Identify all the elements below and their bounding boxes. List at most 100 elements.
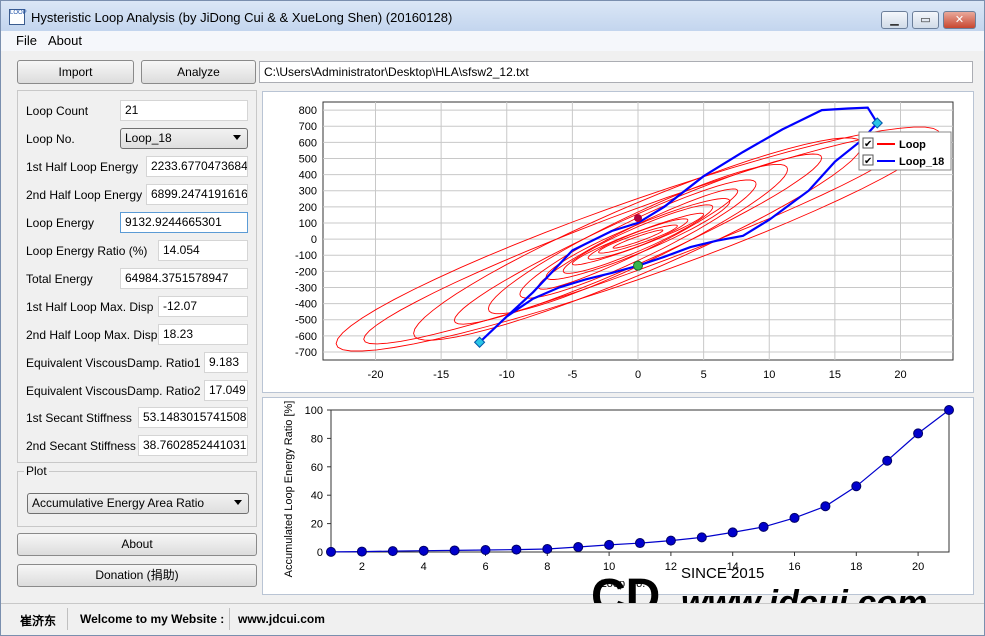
loop-energy-label: Loop Energy <box>26 216 95 230</box>
ratio-data-point <box>511 544 522 555</box>
loop-no-select[interactable]: Loop_18 <box>120 128 248 149</box>
app-window: LOOP Hysteristic Loop Analysis (by JiDon… <box>0 0 985 636</box>
secant-stiffness2-label: 2nd Secant Stiffness <box>26 439 136 453</box>
ratio-data-point <box>635 538 645 549</box>
zero-cross-marker <box>634 214 642 223</box>
y-tick-label: 40 <box>311 490 323 502</box>
ratio-data-point <box>573 542 584 553</box>
legend-label: Loop_18 <box>899 156 944 168</box>
ratio-data-point <box>789 512 800 523</box>
damp-ratio2-label: Equivalent ViscousDamp. Ratio2 (%) <box>26 384 223 398</box>
legend-label: Loop <box>899 139 926 151</box>
ratio-data-point <box>727 527 738 538</box>
plot-type-select[interactable]: Accumulative Energy Area Ratio <box>27 493 249 514</box>
damp-ratio1-value[interactable]: 9.183 <box>204 352 248 373</box>
check-icon: ✔ <box>864 139 872 150</box>
x-tick-label: 20 <box>894 369 906 381</box>
chevron-down-icon <box>233 135 241 140</box>
ratio-data-point <box>356 546 367 557</box>
ratio-data-point <box>758 521 769 532</box>
status-separator <box>67 608 68 630</box>
y-tick-label: 100 <box>299 218 317 230</box>
ratio-data-point <box>449 545 460 556</box>
maximize-button[interactable]: ▭ <box>912 11 939 29</box>
x-tick-label: 8 <box>544 561 550 573</box>
y-tick-label: 400 <box>299 170 317 182</box>
secant-stiffness1-value[interactable]: 53.1483015741508 <box>138 407 248 428</box>
chevron-down-icon <box>234 500 242 505</box>
x-tick-label: 10 <box>763 369 775 381</box>
loop-energy-value[interactable]: 9132.9244665301 <box>120 212 248 233</box>
plot-area <box>330 409 950 553</box>
hysteresis-chart-panel: -20 -15 -10 -5 0 5 10 15 20 800 700 600 500 400 300 200… <box>262 91 974 393</box>
y-tick-label: 600 <box>299 137 317 149</box>
close-button[interactable]: ✕ <box>943 11 976 29</box>
total-energy-value[interactable]: 64984.3751578947 <box>120 268 248 289</box>
secant-stiffness2-value[interactable]: 38.7602852441031 <box>138 435 248 456</box>
loop-count-value[interactable]: 21 <box>120 100 248 121</box>
y-tick-label: 0 <box>317 547 323 559</box>
x-tick-label: 5 <box>701 369 707 381</box>
x-tick-label: 4 <box>421 561 427 573</box>
y-axis-label: Accumulated Loop Energy Ratio [%] <box>283 401 295 578</box>
ratio-data-point <box>665 535 676 546</box>
minimize-button[interactable]: ▁ <box>881 11 908 29</box>
loop-energy-ratio-label: Loop Energy Ratio (%) <box>26 244 148 258</box>
analyze-button[interactable]: Analyze <box>141 60 256 84</box>
file-path-field[interactable]: C:\Users\Administrator\Desktop\HLA\sfsw2… <box>259 61 973 83</box>
half2-energy-value[interactable]: 6899.24741916167 <box>146 184 248 205</box>
y-tick-label: -100 <box>295 250 317 262</box>
menu-file[interactable]: File <box>16 33 37 48</box>
loop-energy-ratio-value[interactable]: 14.054 <box>158 240 248 261</box>
half2-energy-label: 2nd Half Loop Energy <box>26 188 143 202</box>
y-tick-label: -400 <box>295 299 317 311</box>
donation-button[interactable]: Donation (捐助) <box>17 564 257 587</box>
y-tick-label: -200 <box>295 266 317 278</box>
x-tick-label: 2 <box>359 561 365 573</box>
half1-max-disp-value[interactable]: -12.07 <box>158 296 248 317</box>
menu-about[interactable]: About <box>48 33 82 48</box>
y-tick-label: 800 <box>299 105 317 117</box>
ratio-data-point <box>418 545 429 556</box>
status-website-link[interactable]: www.jdcui.com <box>238 612 325 626</box>
y-tick-label: 300 <box>299 186 317 198</box>
import-button[interactable]: Import <box>17 60 134 84</box>
y-tick-label: -600 <box>295 331 317 343</box>
x-tick-label: 6 <box>482 561 488 573</box>
ratio-data-point <box>820 501 831 512</box>
loop-no-value: Loop_18 <box>125 131 172 145</box>
half2-max-disp-label: 2nd Half Loop Max. Disp <box>26 328 158 342</box>
ratio-data-point <box>882 455 893 466</box>
y-tick-label: 60 <box>311 462 323 474</box>
half2-max-disp-value[interactable]: 18.23 <box>158 324 248 345</box>
half1-energy-value[interactable]: 2233.67704736842 <box>146 156 248 177</box>
menu-bar: File About <box>1 31 984 51</box>
x-tick-label: 15 <box>829 369 841 381</box>
damp-ratio2-value[interactable]: 17.049 <box>204 380 248 401</box>
title-bar[interactable]: LOOP Hysteristic Loop Analysis (by JiDon… <box>1 1 984 31</box>
status-separator <box>229 608 230 630</box>
y-tick-label: 200 <box>299 202 317 214</box>
x-tick-label: 0 <box>635 369 641 381</box>
hysteresis-chart: -20 -15 -10 -5 0 5 10 15 20 800 700 600 500 400 300 200… <box>295 101 954 381</box>
plot-group: Plot Accumulative Energy Area Ratio <box>17 464 257 527</box>
check-icon: ✔ <box>864 156 872 167</box>
ratio-data-point <box>542 544 553 555</box>
ratio-data-point <box>851 481 862 492</box>
damp-ratio1-label: Equivalent ViscousDamp. Ratio1 (%) <box>26 356 223 370</box>
ratio-data-point <box>696 532 707 543</box>
results-panel: Loop Count 21 Loop No. Loop_18 1st Half … <box>17 90 257 463</box>
y-tick-label: 100 <box>305 405 323 417</box>
x-tick-label: -10 <box>499 369 515 381</box>
y-tick-label: 700 <box>299 121 317 133</box>
y-tick-label: 0 <box>311 234 317 246</box>
x-tick-label: -15 <box>433 369 449 381</box>
ratio-data-point <box>913 428 924 439</box>
zero-cross-marker <box>633 260 643 271</box>
app-icon: LOOP <box>9 9 27 25</box>
plot-type-value: Accumulative Energy Area Ratio <box>32 496 205 510</box>
status-bar: 崔济东 Welcome to my Website : www.jdcui.co… <box>1 603 984 635</box>
ratio-data-point <box>604 539 615 550</box>
y-tick-label: -300 <box>295 282 317 294</box>
about-button[interactable]: About <box>17 533 257 556</box>
